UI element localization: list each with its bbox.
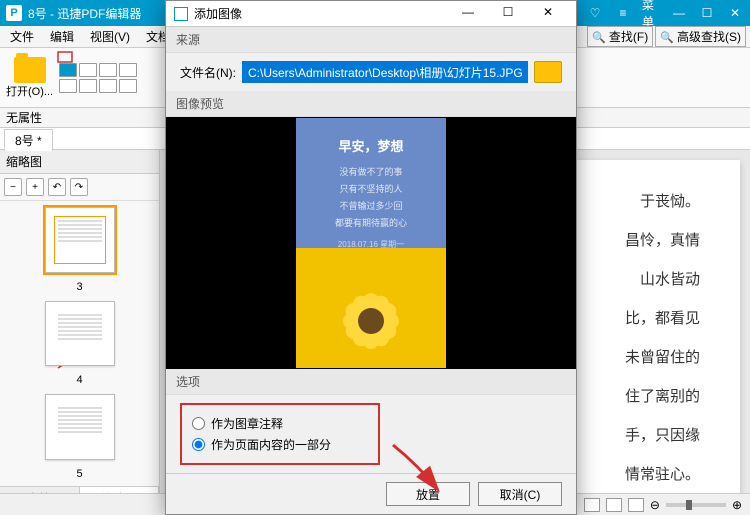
add-image-dialog: 添加图像 — ☐ ✕ 来源 文件名(N): 图像预览 早安，梦想 没有做不了的事… [165,0,577,515]
dialog-icon [174,7,188,21]
thumbnail-page-3[interactable] [45,207,115,273]
preview-image: 早安，梦想 没有做不了的事 只有不坚持的人 不曾输过多少回 都要有期待赢的心 2… [296,118,446,368]
preview-line: 没有做不了的事 [339,165,402,178]
view-mode-icon[interactable] [584,498,600,512]
tag-label: 无属性 [6,109,42,126]
doc-text: 情常驻心。 [625,463,700,484]
dialog-minimize-icon[interactable]: — [448,0,488,26]
heart-icon[interactable]: ♡ [586,4,604,22]
preview-section-label: 图像预览 [166,91,576,117]
thumbnail-page-4[interactable] [45,301,115,367]
document-tab[interactable]: 8号 * [4,129,53,151]
cancel-button[interactable]: 取消(C) [478,482,562,506]
preview-date: 2018.07.16 星期一 [338,239,404,250]
maximize-icon[interactable]: ☐ [698,4,716,22]
preview-line: 都要有期待赢的心 [335,216,407,229]
doc-text: 未曾留住的 [625,346,700,367]
radio-as-stamp[interactable]: 作为图章注释 [192,413,368,434]
menu-file[interactable]: 文件 [4,26,40,47]
image-preview: 早安，梦想 没有做不了的事 只有不坚持的人 不曾输过多少回 都要有期待赢的心 2… [166,117,576,369]
adv-find-button[interactable]: 🔍 高级查找(S) [655,26,746,47]
browse-button[interactable] [534,61,562,83]
options-section-label: 选项 [166,369,576,395]
close-icon[interactable]: ✕ [726,4,744,22]
doc-text: 昌怜，真情 [625,229,700,250]
view-mode-icon[interactable] [628,498,644,512]
zoom-in-icon[interactable]: + [26,178,44,196]
thumbnail-page-5[interactable] [45,394,115,460]
find-button[interactable]: 🔍 查找(F) [587,26,653,47]
dialog-titlebar: 添加图像 — ☐ ✕ [166,1,576,27]
filename-label: 文件名(N): [180,64,236,81]
radio-as-content[interactable]: 作为页面内容的一部分 [192,434,368,455]
place-button[interactable]: 放置 [386,482,470,506]
doc-text: 山水皆动 [640,268,700,289]
preview-line: 不曾输过多少回 [339,199,402,212]
app-icon: P [6,5,22,21]
doc-text: 住了离别的 [625,385,700,406]
sunflower-icon [336,286,406,356]
dialog-maximize-icon[interactable]: ☐ [488,0,528,26]
options-highlight-box: 作为图章注释 作为页面内容的一部分 [180,403,380,465]
dialog-close-icon[interactable]: ✕ [528,0,568,26]
doc-text: 比，都看见 [625,307,700,328]
menu-trigram-icon[interactable]: ≡ [614,4,632,22]
zoom-out-status-icon[interactable]: ⊖ [650,498,660,512]
menu-view[interactable]: 视图(V) [84,26,136,47]
zoom-out-icon[interactable]: − [4,178,22,196]
view-mode-icon[interactable] [606,498,622,512]
source-section-label: 来源 [166,27,576,53]
zoom-in-status-icon[interactable]: ⊕ [732,498,742,512]
menu-label[interactable]: 菜单 [642,4,660,22]
doc-text: 于丧恸。 [640,190,700,211]
preview-title: 早安，梦想 [338,136,403,155]
minimize-icon[interactable]: — [670,4,688,22]
dialog-title: 添加图像 [194,5,448,22]
doc-text: 手，只因缘 [625,424,700,445]
preview-line: 只有不坚持的人 [339,182,402,195]
zoom-slider[interactable] [666,503,726,507]
folder-icon[interactable] [14,57,46,83]
open-label[interactable]: 打开(O)... [6,83,53,99]
filename-input[interactable] [242,61,528,83]
menu-edit[interactable]: 编辑 [44,26,80,47]
